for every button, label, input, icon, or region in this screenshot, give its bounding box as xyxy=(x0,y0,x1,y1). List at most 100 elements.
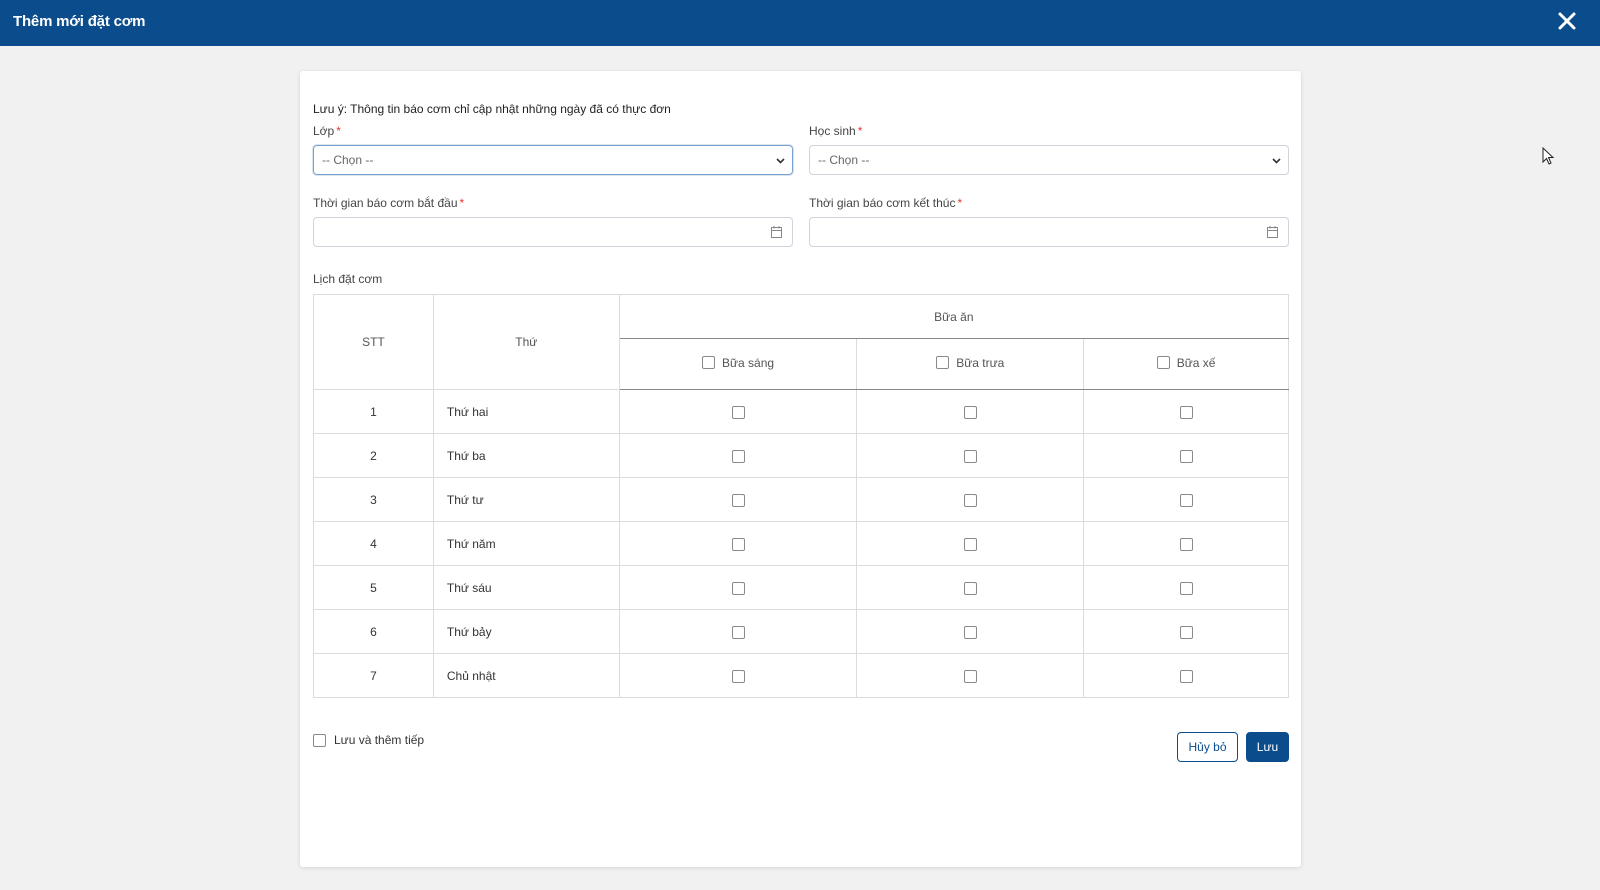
dialog-title: Thêm mới đặt cơm xyxy=(13,13,146,30)
stt-cell: 5 xyxy=(313,565,434,610)
snack-header: Bữa xế xyxy=(1083,338,1289,390)
breakfast-header-label: Bữa sáng xyxy=(722,355,775,370)
snack-checkbox[interactable] xyxy=(1179,405,1193,419)
stt-cell: 6 xyxy=(313,609,434,654)
mouse-cursor-icon xyxy=(1542,147,1555,165)
lunch-all-checkbox[interactable] xyxy=(936,356,950,370)
start-date-input[interactable] xyxy=(313,217,793,247)
chevron-down-icon xyxy=(1272,158,1281,164)
day-cell: Chủ nhật xyxy=(432,653,620,698)
lunch-checkbox[interactable] xyxy=(963,493,977,507)
breakfast-header: Bữa sáng xyxy=(618,338,858,390)
day-cell: Thứ sáu xyxy=(432,565,620,610)
lunch-cell xyxy=(856,433,1085,478)
snack-cell xyxy=(1083,477,1289,522)
lunch-cell xyxy=(856,521,1085,566)
day-cell: Thứ năm xyxy=(432,521,620,566)
breakfast-checkbox[interactable] xyxy=(731,449,745,463)
class-label: Lớp * xyxy=(313,124,341,138)
stt-header: STT xyxy=(313,294,434,390)
breakfast-checkbox[interactable] xyxy=(731,581,745,595)
breakfast-cell xyxy=(618,433,858,478)
snack-all-checkbox[interactable] xyxy=(1156,356,1170,370)
snack-cell xyxy=(1083,389,1289,434)
lunch-cell xyxy=(856,477,1085,522)
meal-group-header: Bữa ăn xyxy=(618,294,1290,339)
table-row: 7 Chủ nhật xyxy=(313,653,1289,698)
snack-cell xyxy=(1083,565,1289,610)
snack-cell xyxy=(1083,521,1289,566)
day-cell: Thứ bảy xyxy=(432,609,620,654)
table-row: 4 Thứ năm xyxy=(313,521,1289,566)
dialog-header: Thêm mới đặt cơm xyxy=(0,0,1600,46)
lunch-cell xyxy=(856,653,1085,698)
close-icon[interactable] xyxy=(1554,8,1580,34)
required-mark: * xyxy=(459,196,465,210)
lunch-checkbox[interactable] xyxy=(963,625,977,639)
table-row: 2 Thứ ba xyxy=(313,433,1289,478)
required-mark: * xyxy=(336,124,341,138)
lunch-checkbox[interactable] xyxy=(963,405,977,419)
student-label: Học sinh * xyxy=(809,124,862,138)
table-row: 3 Thứ tư xyxy=(313,477,1289,522)
lunch-checkbox[interactable] xyxy=(963,669,977,683)
snack-cell xyxy=(1083,433,1289,478)
day-cell: Thứ tư xyxy=(432,477,620,522)
breakfast-cell xyxy=(618,477,858,522)
schedule-label: Lịch đặt cơm xyxy=(313,272,383,286)
breakfast-checkbox[interactable] xyxy=(731,405,745,419)
student-select-value: -- Chọn -- xyxy=(818,153,870,167)
lunch-header: Bữa trưa xyxy=(856,338,1085,390)
breakfast-cell xyxy=(618,653,858,698)
snack-checkbox[interactable] xyxy=(1179,537,1193,551)
snack-checkbox[interactable] xyxy=(1179,449,1193,463)
stt-cell: 4 xyxy=(313,521,434,566)
table-row: 6 Thứ bảy xyxy=(313,609,1289,654)
lunch-checkbox[interactable] xyxy=(963,449,977,463)
end-date-label: Thời gian báo cơm kết thúc * xyxy=(809,196,962,210)
day-header: Thứ xyxy=(432,294,620,390)
lunch-checkbox[interactable] xyxy=(963,581,977,595)
stt-cell: 1 xyxy=(313,389,434,434)
breakfast-cell xyxy=(618,609,858,654)
snack-checkbox[interactable] xyxy=(1179,581,1193,595)
calendar-icon[interactable] xyxy=(1267,226,1278,238)
calendar-icon[interactable] xyxy=(771,226,782,238)
schedule-table: STT Thứ Bữa ăn Bữa sáng Bữa trưa Bữa xế … xyxy=(313,294,1290,698)
save-and-continue-checkbox[interactable] xyxy=(313,733,326,747)
breakfast-checkbox[interactable] xyxy=(731,537,745,551)
class-select-value: -- Chọn -- xyxy=(322,153,374,167)
breakfast-checkbox[interactable] xyxy=(731,493,745,507)
snack-checkbox[interactable] xyxy=(1179,625,1193,639)
start-date-label-text: Thời gian báo cơm bắt đầu xyxy=(313,196,458,210)
lunch-cell xyxy=(856,565,1085,610)
cancel-button[interactable]: Hủy bỏ xyxy=(1177,732,1238,762)
required-mark: * xyxy=(857,124,863,138)
start-date-label: Thời gian báo cơm bắt đầu * xyxy=(313,196,464,210)
day-cell: Thứ ba xyxy=(432,433,620,478)
snack-checkbox[interactable] xyxy=(1179,669,1193,683)
save-and-continue-label: Lưu và thêm tiếp xyxy=(334,733,425,747)
end-date-label-text: Thời gian báo cơm kết thúc xyxy=(809,196,956,210)
lunch-checkbox[interactable] xyxy=(963,537,977,551)
breakfast-all-checkbox[interactable] xyxy=(702,356,715,370)
chevron-down-icon xyxy=(776,158,785,164)
stt-cell: 2 xyxy=(313,433,434,478)
form-card: Lưu ý: Thông tin báo cơm chỉ cập nhật nh… xyxy=(300,71,1301,867)
note-text: Lưu ý: Thông tin báo cơm chỉ cập nhật nh… xyxy=(313,102,671,116)
save-and-continue-option[interactable]: Lưu và thêm tiếp xyxy=(313,733,424,747)
save-button[interactable]: Lưu xyxy=(1246,732,1289,762)
breakfast-checkbox[interactable] xyxy=(731,625,745,639)
required-mark: * xyxy=(957,196,963,210)
stt-cell: 3 xyxy=(313,477,434,522)
student-select[interactable]: -- Chọn -- xyxy=(809,145,1289,175)
end-date-input[interactable] xyxy=(809,217,1289,247)
class-select[interactable]: -- Chọn -- xyxy=(313,145,793,175)
breakfast-cell xyxy=(618,389,858,434)
breakfast-checkbox[interactable] xyxy=(731,669,745,683)
snack-cell xyxy=(1083,609,1289,654)
stt-cell: 7 xyxy=(313,653,434,698)
student-label-text: Học sinh xyxy=(809,124,856,138)
table-row: 5 Thứ sáu xyxy=(313,565,1289,610)
snack-checkbox[interactable] xyxy=(1179,493,1193,507)
